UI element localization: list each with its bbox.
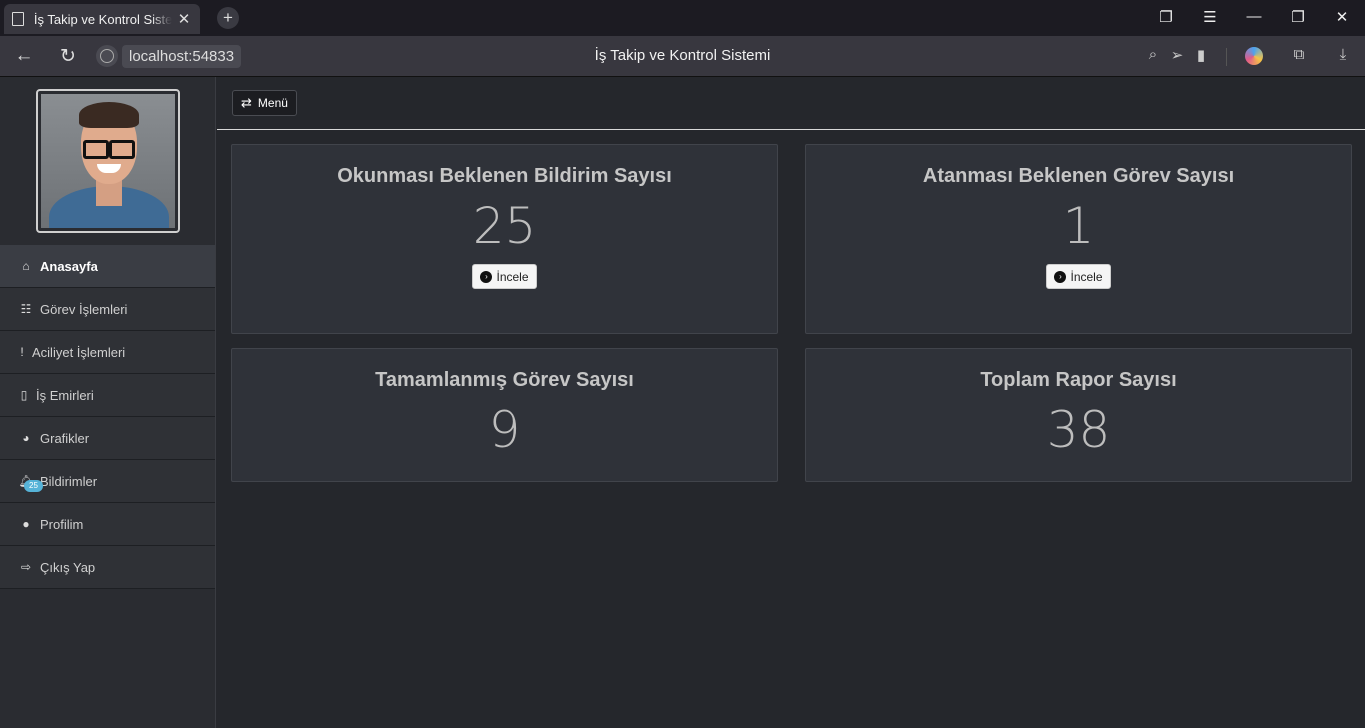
sidebar-item-label: Anasayfa [40,258,98,274]
top-bar: ⇄ Menü [217,77,1365,130]
close-tab-icon[interactable]: ✕ [176,10,192,28]
browser-tab[interactable]: İş Takip ve Kontrol Sistemi ✕ [4,4,200,34]
restore-icon[interactable]: ❐ [1288,8,1308,26]
inspect-button[interactable]: › İncele [1046,264,1111,289]
card-total-reports: Toplam Rapor Sayısı 38 [805,348,1352,482]
chevron-right-icon: › [480,270,493,283]
sidebar-item-profilim[interactable]: ● Profilim [0,503,215,546]
home-icon: ⌂ [22,259,30,273]
menu-toggle-button[interactable]: ⇄ Menü [232,90,297,116]
new-tab-button[interactable]: + [217,7,239,29]
card-title: Toplam Rapor Sayısı [980,369,1177,391]
sidebar-item-cikis-yap[interactable]: ⇨ Çıkış Yap [0,546,215,589]
avatar [36,89,180,233]
page-icon [12,12,24,26]
card-title: Tamamlanmış Görev Sayısı [375,369,634,391]
inspect-button[interactable]: › İncele [472,264,537,289]
download-icon[interactable]: ⤓ [1333,46,1353,63]
sidebar-item-label: Bildirimler [40,473,98,489]
sidebar: ⌂ Anasayfa ☷ Görev İşlemleri ! Aciliyet … [0,77,216,728]
main-content: ⇄ Menü Okunması Beklenen Bildirim Sayısı… [217,77,1365,728]
sidebar-menu: ⌂ Anasayfa ☷ Görev İşlemleri ! Aciliyet … [0,245,215,589]
swap-icon: ⇄ [241,95,252,110]
sidebar-item-label: İş Emirleri [36,387,94,403]
sidebar-item-gorev-islemleri[interactable]: ☷ Görev İşlemleri [0,288,215,331]
user-icon: ● [22,517,30,531]
sidebar-item-label: Çıkış Yap [40,559,96,575]
send-icon[interactable]: ➢ [1167,46,1187,64]
minimize-icon[interactable]: — [1244,8,1264,25]
sidebar-item-grafikler[interactable]: ◕ Grafikler [0,417,215,460]
card-value: 1 [1062,197,1095,255]
sidebar-item-is-emirleri[interactable]: ▯ İş Emirleri [0,374,215,417]
sidebar-item-label: Profilim [40,516,84,532]
site-info-icon[interactable] [96,45,118,67]
sidebar-item-label: Aciliyet İşlemleri [32,344,126,360]
pie-chart-icon: ◕ [22,431,30,445]
sidebar-item-label: Grafikler [40,430,90,446]
tab-title: İş Takip ve Kontrol Sistemi [33,11,173,27]
avatar-image [41,94,175,228]
card-completed-tasks: Tamamlanmış Görev Sayısı 9 [231,348,778,482]
card-value: 25 [472,197,537,255]
card-title: Okunması Beklenen Bildirim Sayısı [337,165,672,187]
inspect-button-label: İncele [1070,269,1103,284]
sidebar-item-label: Görev İşlemleri [40,301,128,317]
card-title: Atanması Beklenen Görev Sayısı [922,165,1235,187]
sign-out-icon: ⇨ [20,560,32,574]
chevron-right-icon: › [1054,270,1067,283]
inspect-button-label: İncele [496,269,529,284]
collections-icon[interactable]: ❐ [1156,8,1176,26]
copilot-icon[interactable] [1245,47,1263,65]
sidebar-item-aciliyet-islemleri[interactable]: ! Aciliyet İşlemleri [0,331,215,374]
sidebar-item-bildirimler[interactable]: 🔔︎ 25 Bildirimler [0,460,215,503]
card-unread-notifications: Okunması Beklenen Bildirim Sayısı 25 › İ… [231,144,778,334]
reload-icon[interactable]: ↻ [56,45,80,68]
bookmark-icon[interactable]: ▮ [1191,46,1211,64]
back-icon[interactable]: ← [12,45,36,67]
card-pending-assignments: Atanması Beklenen Görev Sayısı 1 › İncel… [805,144,1352,334]
browser-nav-bar: ← ↻ localhost:54833 İş Takip ve Kontrol … [0,36,1365,77]
notification-badge: 25 [24,480,43,492]
card-value: 38 [1046,401,1111,459]
menu-icon[interactable]: ☰ [1200,8,1220,26]
address-bar[interactable]: localhost:54833 [96,43,242,69]
browser-tab-bar: İş Takip ve Kontrol Sistemi ✕ + ❐ ☰ — ❐ … [0,0,1365,36]
collections-icon[interactable]: ⧉ [1289,46,1309,63]
tasks-icon: ☷ [20,302,32,316]
menu-toggle-label: Menü [257,96,288,110]
file-icon: ▯ [20,388,28,402]
sidebar-item-anasayfa[interactable]: ⌂ Anasayfa [0,245,215,288]
card-value: 9 [488,401,521,459]
close-window-icon[interactable]: ✕ [1332,8,1352,26]
url-text[interactable]: localhost:54833 [122,44,242,68]
exclamation-icon: ! [20,345,24,359]
zoom-icon[interactable]: ⌕ [1143,46,1163,63]
toolbar-divider [1226,48,1227,66]
